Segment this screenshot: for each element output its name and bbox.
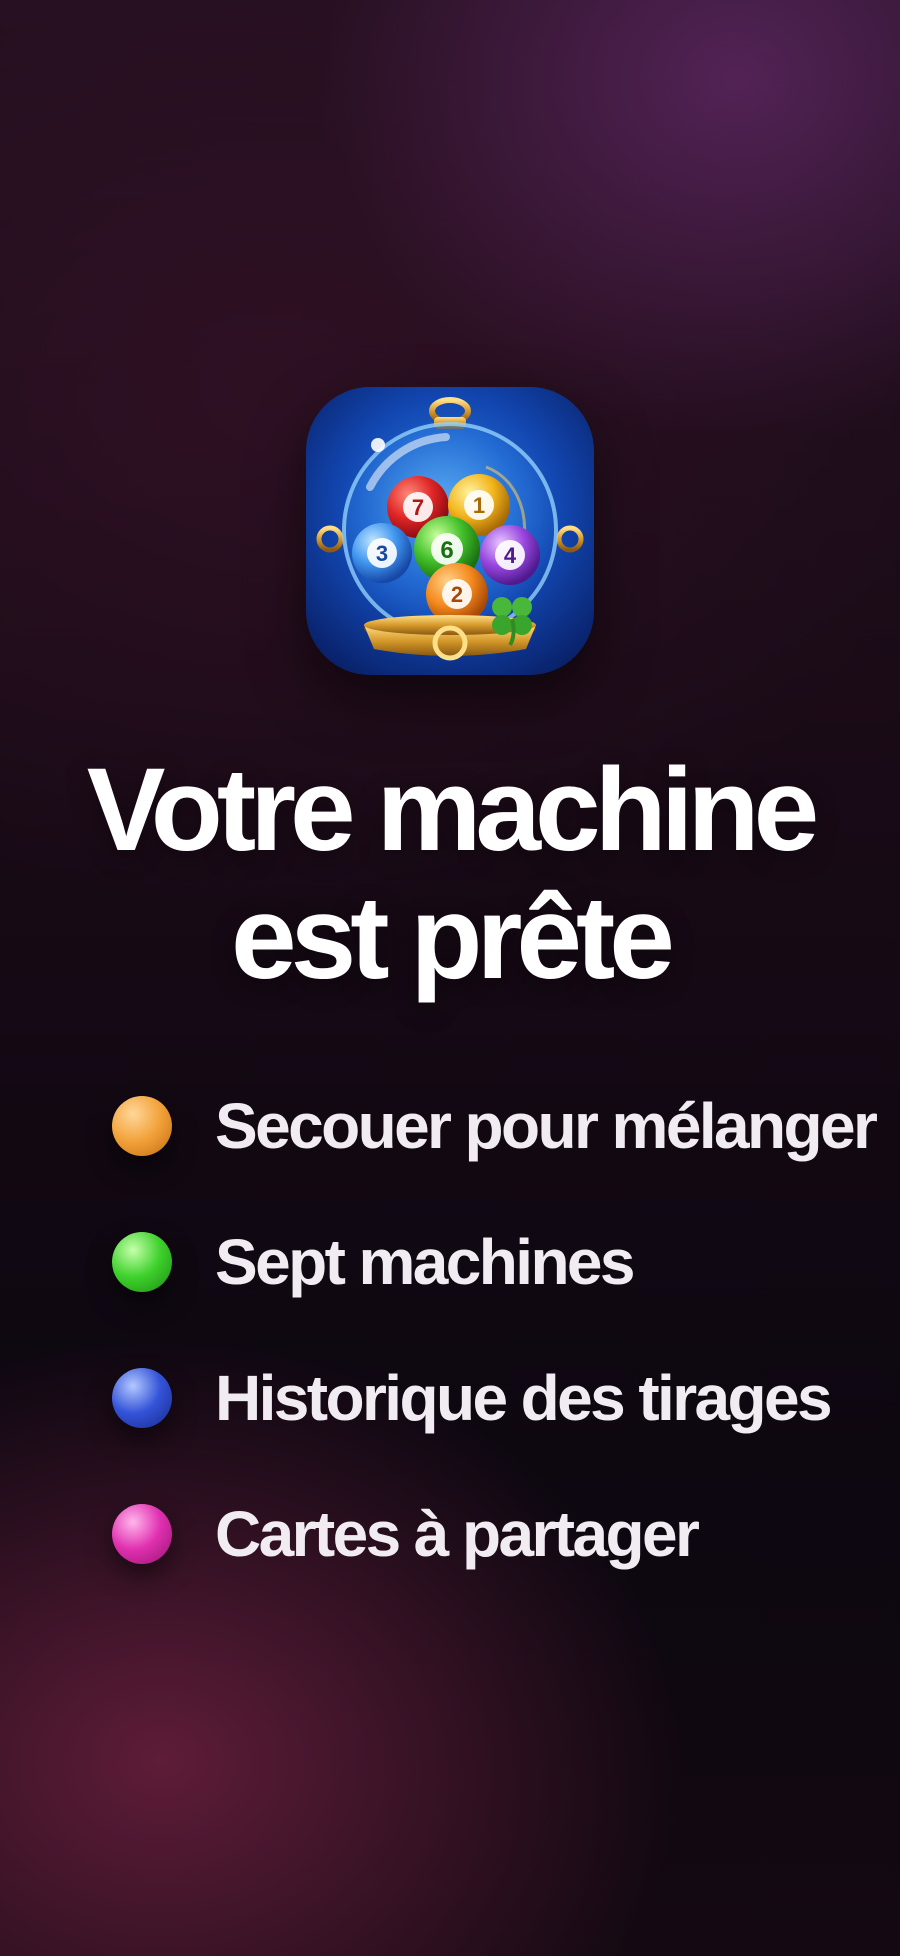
orange-ball-icon <box>112 1096 172 1156</box>
feature-item-history: Historique des tirages <box>112 1330 875 1466</box>
feature-label: Cartes à partager <box>215 1498 700 1570</box>
svg-text:7: 7 <box>412 495 424 520</box>
blue-ball-icon <box>112 1368 172 1428</box>
svg-text:6: 6 <box>440 537 453 564</box>
feature-label: Sept machines <box>215 1226 636 1298</box>
lottery-ball-machine-icon: 7 1 3 4 6 2 <box>306 387 594 675</box>
headline-line-1: Votre machine <box>86 744 819 876</box>
feature-label: Secouer pour mélanger <box>215 1090 878 1162</box>
svg-text:1: 1 <box>473 493 485 518</box>
green-ball-icon <box>112 1232 172 1292</box>
svg-text:2: 2 <box>451 582 463 607</box>
feature-list: Secouer pour mélanger Sept machines Hist… <box>112 1058 878 1602</box>
svg-text:4: 4 <box>504 543 517 568</box>
feature-item-machines: Sept machines <box>112 1194 875 1330</box>
feature-item-share-cards: Cartes à partager <box>112 1466 875 1602</box>
svg-text:3: 3 <box>376 541 388 566</box>
feature-label: Historique des tirages <box>215 1362 833 1434</box>
page-title: Votre machine est prête <box>0 746 900 1002</box>
pink-ball-icon <box>112 1504 172 1564</box>
feature-item-shake: Secouer pour mélanger <box>112 1058 878 1194</box>
app-icon: 7 1 3 4 6 2 <box>306 387 594 675</box>
headline-line-2: est prête <box>231 872 675 1004</box>
